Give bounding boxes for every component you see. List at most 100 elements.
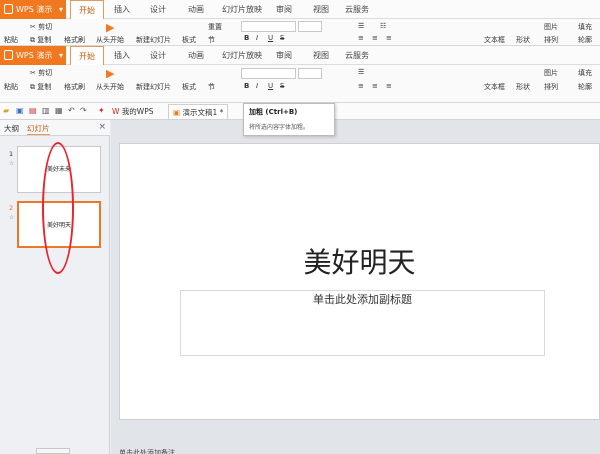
- align-right-icon[interactable]: ≡: [386, 34, 392, 42]
- underline-button[interactable]: U: [268, 82, 273, 90]
- tab-insert[interactable]: 插入: [114, 0, 130, 19]
- text-box-button[interactable]: 文本框: [484, 82, 505, 92]
- shape-button[interactable]: 形状: [516, 82, 530, 92]
- copy-button[interactable]: ⧉ 复制: [30, 82, 51, 92]
- align-left-icon[interactable]: ≡: [358, 34, 364, 42]
- picture-button[interactable]: 图片: [544, 22, 558, 32]
- tab-review[interactable]: 审阅: [276, 0, 292, 19]
- subtitle-placeholder[interactable]: 单击此处添加副标题: [180, 290, 545, 356]
- format-painter-button[interactable]: 格式刷: [64, 35, 85, 45]
- font-size-select[interactable]: [298, 68, 322, 79]
- outline-button[interactable]: 轮廓: [578, 35, 592, 45]
- preview-icon[interactable]: ▦: [55, 106, 65, 116]
- thumbnail-title: 美好明天: [46, 222, 71, 229]
- cut-button[interactable]: ✂ 剪切: [30, 22, 52, 32]
- fill-button[interactable]: 填充: [578, 22, 592, 32]
- italic-button[interactable]: I: [256, 34, 258, 42]
- print-icon[interactable]: ▥: [42, 106, 52, 116]
- number-list-icon[interactable]: ☷: [380, 22, 386, 30]
- align-right-icon[interactable]: ≡: [386, 82, 392, 90]
- chevron-down-icon: ▾: [58, 51, 63, 60]
- paste-button[interactable]: 粘贴: [4, 82, 18, 92]
- ribbon: 粘贴 ✂ 剪切 ⧉ 复制 格式刷 ▶ 从头开始 新建幻灯片 板式 重置 节 B …: [0, 19, 600, 46]
- layout-button[interactable]: 板式: [182, 82, 196, 92]
- slides-tab[interactable]: 幻灯片: [27, 123, 50, 135]
- doc-tab-my-wps[interactable]: W 我的WPS: [108, 104, 158, 119]
- tab-review[interactable]: 审阅: [276, 46, 292, 65]
- tab-design[interactable]: 设计: [150, 46, 166, 65]
- strike-button[interactable]: S: [280, 34, 284, 42]
- wps-app-menu-button[interactable]: WPS 演示 ▾: [0, 0, 66, 19]
- align-center-icon[interactable]: ≡: [372, 34, 378, 42]
- slide-editor: 美好明天 单击此处添加副标题 单击此处添加备注: [111, 120, 600, 454]
- menu-bar: WPS 演示 ▾ 开始 插入 设计 动画 幻灯片放映 审阅 视图 云服务: [0, 0, 600, 20]
- tab-cloud[interactable]: 云服务: [345, 0, 369, 19]
- tab-slideshow[interactable]: 幻灯片放映: [222, 46, 262, 65]
- tab-animation[interactable]: 动画: [188, 46, 204, 65]
- picture-button[interactable]: 图片: [544, 68, 558, 78]
- thumbnail-title: 美好未来: [46, 166, 71, 173]
- arrange-button[interactable]: 排列: [544, 35, 558, 45]
- font-name-select[interactable]: [241, 21, 296, 32]
- slide-transition-icon: ☆: [9, 214, 15, 221]
- tab-animation[interactable]: 动画: [188, 0, 204, 19]
- ribbon-2: 粘贴 ✂ 剪切 ⧉ 复制 格式刷 ▶ 从头开始 新建幻灯片 板式 节 B I U…: [0, 65, 600, 103]
- open-folder-icon[interactable]: ▰: [3, 106, 13, 116]
- paste-button[interactable]: 粘贴: [4, 35, 18, 45]
- slide-title[interactable]: 美好明天: [120, 241, 599, 281]
- copy-button[interactable]: ⧉ 复制: [30, 35, 51, 45]
- bold-button[interactable]: B: [244, 82, 249, 90]
- underline-button[interactable]: U: [268, 34, 273, 42]
- tab-view[interactable]: 视图: [313, 0, 329, 19]
- tab-design[interactable]: 设计: [150, 0, 166, 19]
- tab-slideshow[interactable]: 幻灯片放映: [222, 0, 262, 19]
- bullet-list-icon[interactable]: ☰: [358, 68, 364, 76]
- presentation-file-icon: ▣: [173, 108, 181, 117]
- tab-insert[interactable]: 插入: [114, 46, 130, 65]
- from-start-button[interactable]: 从头开始: [96, 35, 124, 45]
- fill-button[interactable]: 填充: [578, 68, 592, 78]
- strike-button[interactable]: S: [280, 82, 284, 90]
- font-name-select[interactable]: [241, 68, 296, 79]
- tab-home[interactable]: 开始: [70, 0, 104, 20]
- cut-button[interactable]: ✂ 剪切: [30, 68, 52, 78]
- align-center-icon[interactable]: ≡: [372, 82, 378, 90]
- notes-placeholder[interactable]: 单击此处添加备注: [111, 448, 600, 454]
- pane-scroll-button[interactable]: [36, 448, 70, 454]
- wps-logo-icon: [4, 4, 13, 14]
- new-slide-button[interactable]: 新建幻灯片: [136, 35, 171, 45]
- align-left-icon[interactable]: ≡: [358, 82, 364, 90]
- slide-canvas[interactable]: 美好明天 单击此处添加副标题: [119, 143, 600, 420]
- from-start-button[interactable]: 从头开始: [96, 82, 124, 92]
- pin-icon: ✦: [98, 106, 105, 115]
- wps-app-menu-button-2[interactable]: WPS 演示 ▾: [0, 46, 66, 65]
- italic-button[interactable]: I: [256, 82, 258, 90]
- layout-button[interactable]: 板式: [182, 35, 196, 45]
- slide-number: 1: [9, 150, 14, 158]
- font-size-select[interactable]: [298, 21, 322, 32]
- pdf-icon[interactable]: ▤: [29, 106, 39, 116]
- tab-cloud[interactable]: 云服务: [345, 46, 369, 65]
- save-icon[interactable]: ▣: [16, 106, 26, 116]
- arrange-button[interactable]: 排列: [544, 82, 558, 92]
- section-button[interactable]: 节: [208, 82, 215, 92]
- slide-thumbnail-1[interactable]: 美好未来: [17, 146, 101, 193]
- slide-thumbnail-2[interactable]: 美好明天: [17, 201, 101, 248]
- tab-home[interactable]: 开始: [70, 46, 104, 66]
- tab-view[interactable]: 视图: [313, 46, 329, 65]
- text-box-button[interactable]: 文本框: [484, 35, 505, 45]
- shape-button[interactable]: 形状: [516, 35, 530, 45]
- close-icon[interactable]: ×: [98, 122, 106, 132]
- undo-icon[interactable]: ↶: [68, 106, 78, 116]
- new-slide-button[interactable]: 新建幻灯片: [136, 82, 171, 92]
- redo-icon[interactable]: ↷: [80, 106, 90, 116]
- outline-button[interactable]: 轮廓: [578, 82, 592, 92]
- chevron-down-icon: ▾: [58, 5, 63, 14]
- outline-tab[interactable]: 大纲: [4, 123, 19, 134]
- reset-button[interactable]: 重置: [208, 22, 222, 32]
- bullet-list-icon[interactable]: ☰: [358, 22, 364, 30]
- section-button[interactable]: 节: [208, 35, 215, 45]
- doc-tab-presentation[interactable]: ▣ 演示文稿1 *: [168, 104, 229, 119]
- format-painter-button[interactable]: 格式刷: [64, 82, 85, 92]
- bold-button[interactable]: B: [244, 34, 249, 42]
